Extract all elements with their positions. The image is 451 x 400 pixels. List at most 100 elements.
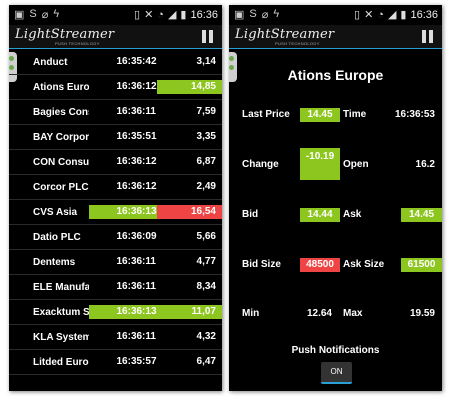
stock-name: KLA Systems Inc [33, 331, 90, 343]
usb-notification-icon: ⌀ [41, 9, 49, 21]
lightning-notification-icon: ϟ [53, 8, 60, 20]
battery-icon: ▮ [180, 9, 187, 21]
action-bar: LightStreamer PUSH TECHNOLOGY [229, 25, 442, 49]
stock-time: 16:35:42 [116, 56, 157, 67]
dnd-icon: ✕ [364, 9, 374, 21]
stock-price: 6,47 [196, 356, 216, 367]
max-label: Max [343, 308, 363, 319]
last-price-value: 14.45 [300, 108, 340, 122]
stock-name: Bagies Consulting [33, 106, 89, 118]
stock-name: Anduct [33, 56, 68, 68]
app-logo: LightStreamer [235, 27, 335, 42]
stock-detail-screen: ▣ S ⌀ ϟ ▯ ✕ ◔ ◢ ▮ 16:36 LightStreamer PU… [229, 5, 442, 391]
stock-time: 16:36:11 [116, 331, 156, 342]
battery-icon: ▮ [400, 9, 407, 21]
ask-size-label: Ask Size [343, 259, 385, 270]
stock-name: Ations Europe [33, 81, 90, 93]
stock-time: 16:36:13 [89, 305, 157, 319]
time-value: 16:36:53 [394, 109, 435, 120]
stock-name: CVS Asia [33, 206, 78, 218]
stock-row[interactable]: CON Consulting 16:36:12 6,87 [9, 150, 222, 175]
notification-icons: ▣ S ⌀ ϟ [14, 8, 59, 21]
pause-icon[interactable] [422, 30, 433, 43]
time-label: Time [343, 109, 367, 120]
stock-list: Anduct 16:35:42 3,14 Ations Europe 16:36:12 1… [9, 50, 222, 375]
bid-size-value: 48500 [300, 258, 340, 272]
lightning-notification-icon: ϟ [273, 8, 280, 20]
bid-label: Bid [242, 209, 259, 220]
stock-price: 6,87 [196, 156, 216, 167]
vibrate-icon: ▯ [354, 9, 361, 21]
stock-row[interactable]: Bagies Consulting 16:36:11 7,59 [9, 100, 222, 125]
stock-name: Dentems [33, 256, 76, 268]
app-logo-subtitle: PUSH TECHNOLOGY [55, 41, 100, 46]
stock-time: 16:35:51 [116, 131, 157, 142]
status-time: 16:36 [190, 8, 218, 21]
pause-icon[interactable] [202, 30, 213, 43]
signal-icon: ◢ [167, 9, 177, 21]
stock-row[interactable]: Litded Europe 16:35:57 6,47 [9, 350, 222, 375]
ask-size-value: 61500 [401, 258, 442, 272]
stock-price: 5,66 [196, 231, 216, 242]
stock-row[interactable]: CVS Asia 16:36:13 16,54 [9, 200, 222, 225]
stock-price: 3,35 [196, 131, 216, 142]
stock-time: 16:36:12 [116, 156, 157, 167]
system-icons: ▯ ✕ ◔ ◢ ▮ 16:36 [354, 8, 438, 22]
stock-price: 2,49 [196, 181, 216, 192]
stock-row[interactable]: Exacktum Systems16:36:1311,07 [9, 300, 222, 325]
app-logo: LightStreamer [15, 27, 115, 42]
stock-price: 4,77 [196, 256, 216, 267]
max-value: 19.59 [409, 308, 435, 319]
stock-title: Ations Europe [287, 67, 384, 83]
stock-time: 16:36:11 [116, 281, 156, 292]
vibrate-icon: ▯ [134, 9, 141, 21]
stock-name: Datio PLC [33, 231, 81, 243]
stock-time: 16:36:09 [116, 231, 157, 242]
action-bar: LightStreamer PUSH TECHNOLOGY [9, 25, 222, 49]
push-notifications-toggle[interactable]: ON [321, 362, 352, 384]
stock-price: 11,07 [156, 305, 222, 319]
stock-price: 16,54 [156, 205, 222, 219]
wifi-icon: ◔ [157, 8, 164, 21]
stock-name: CON Consulting [33, 156, 90, 168]
ask-label: Ask [343, 209, 362, 220]
ask-value: 14.45 [401, 208, 442, 222]
open-label: Open [343, 159, 369, 170]
wifi-icon: ◔ [377, 8, 384, 21]
stock-time: 16:36:12 [116, 181, 157, 192]
system-icons: ▯ ✕ ◔ ◢ ▮ 16:36 [134, 8, 218, 22]
stock-row[interactable]: ELE Manufacturing 16:36:11 8,34 [9, 275, 222, 300]
min-label: Min [242, 308, 260, 319]
notification-icons: ▣ S ⌀ ϟ [234, 8, 279, 21]
image-notification-icon: ▣ [14, 9, 25, 21]
stock-time: 16:36:12 [116, 81, 157, 92]
change-label: Change [242, 159, 279, 170]
stock-row[interactable]: Anduct 16:35:42 3,14 [9, 50, 222, 75]
image-notification-icon: ▣ [234, 9, 245, 21]
stock-row[interactable]: KLA Systems Inc 16:36:11 4,32 [9, 325, 222, 350]
stock-price: 8,34 [196, 281, 216, 292]
stock-row[interactable]: Datio PLC 16:36:09 5,66 [9, 225, 222, 250]
status-bar: ▣ S ⌀ ϟ ▯ ✕ ◔ ◢ ▮ 16:36 [229, 5, 442, 25]
stock-time: 16:36:11 [116, 106, 156, 117]
stock-row[interactable]: Ations Europe 16:36:1214,85 [9, 75, 222, 100]
stock-time: 16:35:57 [116, 356, 157, 367]
stock-row[interactable]: Dentems 16:36:11 4,77 [9, 250, 222, 275]
open-value: 16.2 [415, 159, 435, 170]
status-bar: ▣ S ⌀ ϟ ▯ ✕ ◔ ◢ ▮ 16:36 [9, 5, 222, 25]
app-logo-subtitle: PUSH TECHNOLOGY [275, 41, 320, 46]
signal-icon: ◢ [387, 9, 397, 21]
stock-list-screen: ▣ S ⌀ ϟ ▯ ✕ ◔ ◢ ▮ 16:36 LightStreamer PU… [9, 5, 222, 391]
bid-value: 14.44 [300, 208, 340, 222]
stock-time: 16:36:11 [116, 256, 156, 267]
usb-notification-icon: ⌀ [261, 9, 269, 21]
min-value: 12.64 [306, 308, 332, 319]
dnd-icon: ✕ [144, 9, 154, 21]
stock-price: 4,32 [196, 331, 216, 342]
stock-time: 16:36:13 [89, 205, 157, 219]
stock-price: 7,59 [196, 106, 216, 117]
stock-row[interactable]: BAY Corporation 16:35:51 3,35 [9, 125, 222, 150]
stock-row[interactable]: Corcor PLC 16:36:12 2,49 [9, 175, 222, 200]
change-value: -10.19 [300, 148, 340, 180]
stock-price: 3,14 [196, 56, 216, 67]
